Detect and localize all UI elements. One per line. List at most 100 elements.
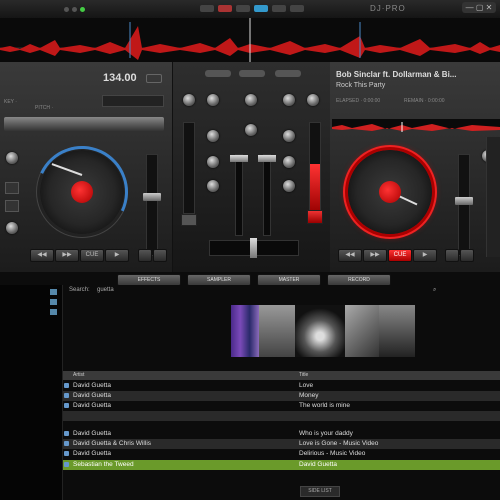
- eq-mid-knob-right[interactable]: [283, 130, 295, 142]
- side-list-button[interactable]: SIDE LIST: [300, 486, 340, 497]
- eq-low-knob-right[interactable]: [283, 156, 295, 168]
- video-thumbnail[interactable]: [345, 305, 379, 357]
- crossfader[interactable]: [209, 238, 299, 258]
- mixer-button[interactable]: [239, 70, 265, 77]
- eq-high-knob-left[interactable]: [183, 94, 195, 106]
- title-cell: Who is your daddy: [299, 430, 353, 437]
- artist-cell: David Guetta: [73, 392, 111, 399]
- table-row[interactable]: David Guetta & Chris Willis Love is Gone …: [63, 439, 500, 449]
- file-icon: [64, 403, 69, 408]
- loop-in-button[interactable]: [5, 182, 19, 194]
- deck-option-button[interactable]: [138, 249, 152, 262]
- vu-meter-left: [183, 122, 195, 214]
- artist-cell: David Guetta: [73, 430, 111, 437]
- position-ring: [23, 133, 141, 251]
- vu-meter-right: [309, 122, 321, 214]
- window-controls[interactable]: — ▢ ✕: [462, 2, 496, 13]
- eq-mid-knob-left[interactable]: [207, 130, 219, 142]
- crossfader-handle[interactable]: [250, 238, 257, 258]
- cue-button[interactable]: CUE: [388, 249, 412, 262]
- toolbar-button[interactable]: [254, 5, 268, 12]
- title-cell: Love: [299, 382, 314, 389]
- table-row[interactable]: David Guetta The world is mine: [63, 401, 500, 411]
- folder-icon[interactable]: [50, 309, 57, 315]
- column-header-artist[interactable]: Artist: [73, 371, 84, 380]
- track-artist: Bob Sinclar ft. Dollarman & Bi...: [336, 70, 457, 79]
- deck-option-button[interactable]: [445, 249, 459, 262]
- video-thumbnail[interactable]: [379, 305, 415, 357]
- gain-knob[interactable]: [6, 152, 18, 164]
- waveform-graphic: [0, 18, 500, 62]
- search-bar[interactable]: Search: guetta ⌕: [63, 285, 500, 295]
- mixer: [172, 62, 332, 272]
- artist-cell: David Guetta: [73, 402, 111, 409]
- title-cell: The world is mine: [299, 402, 350, 409]
- pitch-slider-right[interactable]: [455, 154, 473, 256]
- toolbar-button[interactable]: [290, 5, 304, 12]
- pitch-slider[interactable]: [143, 154, 161, 256]
- folder-icon[interactable]: [50, 299, 57, 305]
- sync-button[interactable]: [146, 74, 162, 83]
- deck-option-button[interactable]: [460, 249, 474, 262]
- table-row-selected[interactable]: Sebastian the Tweed David Guetta: [63, 460, 500, 470]
- master-knob[interactable]: [245, 94, 257, 106]
- eq-high-knob-right[interactable]: [283, 94, 295, 106]
- eq-high-knob-right-2[interactable]: [307, 94, 319, 106]
- volume-fader-right[interactable]: [258, 154, 276, 236]
- filter-knob-right[interactable]: [283, 180, 295, 192]
- toolbar-button[interactable]: [272, 5, 286, 12]
- indicator-dot: [72, 7, 77, 12]
- loop-out-button[interactable]: [5, 200, 19, 212]
- mini-waveform[interactable]: [332, 119, 500, 132]
- rewind-button[interactable]: ◀◀: [30, 249, 54, 262]
- cue-button[interactable]: CUE: [80, 249, 104, 262]
- loop-buttons[interactable]: [102, 95, 164, 107]
- jog-wheel-right[interactable]: [348, 150, 432, 234]
- toolbar-button[interactable]: [200, 5, 214, 12]
- video-thumbnails[interactable]: [231, 305, 481, 357]
- video-thumbnail[interactable]: [259, 305, 295, 357]
- pitch-handle[interactable]: [455, 197, 473, 205]
- table-header[interactable]: Artist Title: [63, 371, 500, 380]
- video-thumbnail[interactable]: [295, 305, 345, 357]
- table-row[interactable]: David Guetta Money: [63, 391, 500, 401]
- pitch-bend-bar[interactable]: [4, 117, 164, 131]
- deck-right: Bob Sinclar ft. Dollarman & Bi... Rock T…: [330, 62, 500, 272]
- filter-knob-left[interactable]: [207, 180, 219, 192]
- mixer-button[interactable]: [205, 70, 231, 77]
- table-row[interactable]: David Guetta Who is your daddy: [63, 429, 500, 439]
- folder-icon[interactable]: [50, 289, 57, 295]
- deck-option-button[interactable]: [153, 249, 167, 262]
- forward-button[interactable]: ▶▶: [55, 249, 79, 262]
- pitch-label: PITCH ·: [35, 105, 54, 111]
- table-row[interactable]: David Guetta Love: [63, 381, 500, 391]
- volume-fader-left[interactable]: [230, 154, 248, 236]
- artist-cell: David Guetta: [73, 382, 111, 389]
- filter-knob[interactable]: [6, 222, 18, 234]
- video-thumbnail[interactable]: [231, 305, 259, 357]
- folder-sidebar[interactable]: [0, 285, 63, 500]
- play-button[interactable]: ▶: [413, 249, 437, 262]
- table-row[interactable]: David Guetta Delirious - Music Video: [63, 449, 500, 459]
- eq-low-knob-left[interactable]: [207, 156, 219, 168]
- waveform-display[interactable]: [0, 18, 500, 63]
- rewind-button[interactable]: ◀◀: [338, 249, 362, 262]
- table-row[interactable]: [63, 411, 500, 421]
- artist-cell: David Guetta: [73, 450, 111, 457]
- forward-button[interactable]: ▶▶: [363, 249, 387, 262]
- toolbar-button[interactable]: [236, 5, 250, 12]
- side-controls[interactable]: [486, 137, 500, 257]
- pfl-button-left[interactable]: [181, 214, 197, 226]
- app-brand: DJ·PRO: [370, 4, 406, 13]
- search-icon[interactable]: ⌕: [433, 285, 436, 295]
- indicator-dot: [80, 7, 85, 12]
- eq-high-knob-left-2[interactable]: [207, 94, 219, 106]
- pitch-handle[interactable]: [143, 193, 161, 201]
- headphone-knob[interactable]: [245, 124, 257, 136]
- mixer-button[interactable]: [275, 70, 301, 77]
- play-button[interactable]: ▶: [105, 249, 129, 262]
- toolbar-button[interactable]: [218, 5, 232, 12]
- search-input[interactable]: guetta: [97, 285, 114, 295]
- pfl-button-right[interactable]: [307, 210, 323, 224]
- column-header-title[interactable]: Title: [299, 371, 308, 380]
